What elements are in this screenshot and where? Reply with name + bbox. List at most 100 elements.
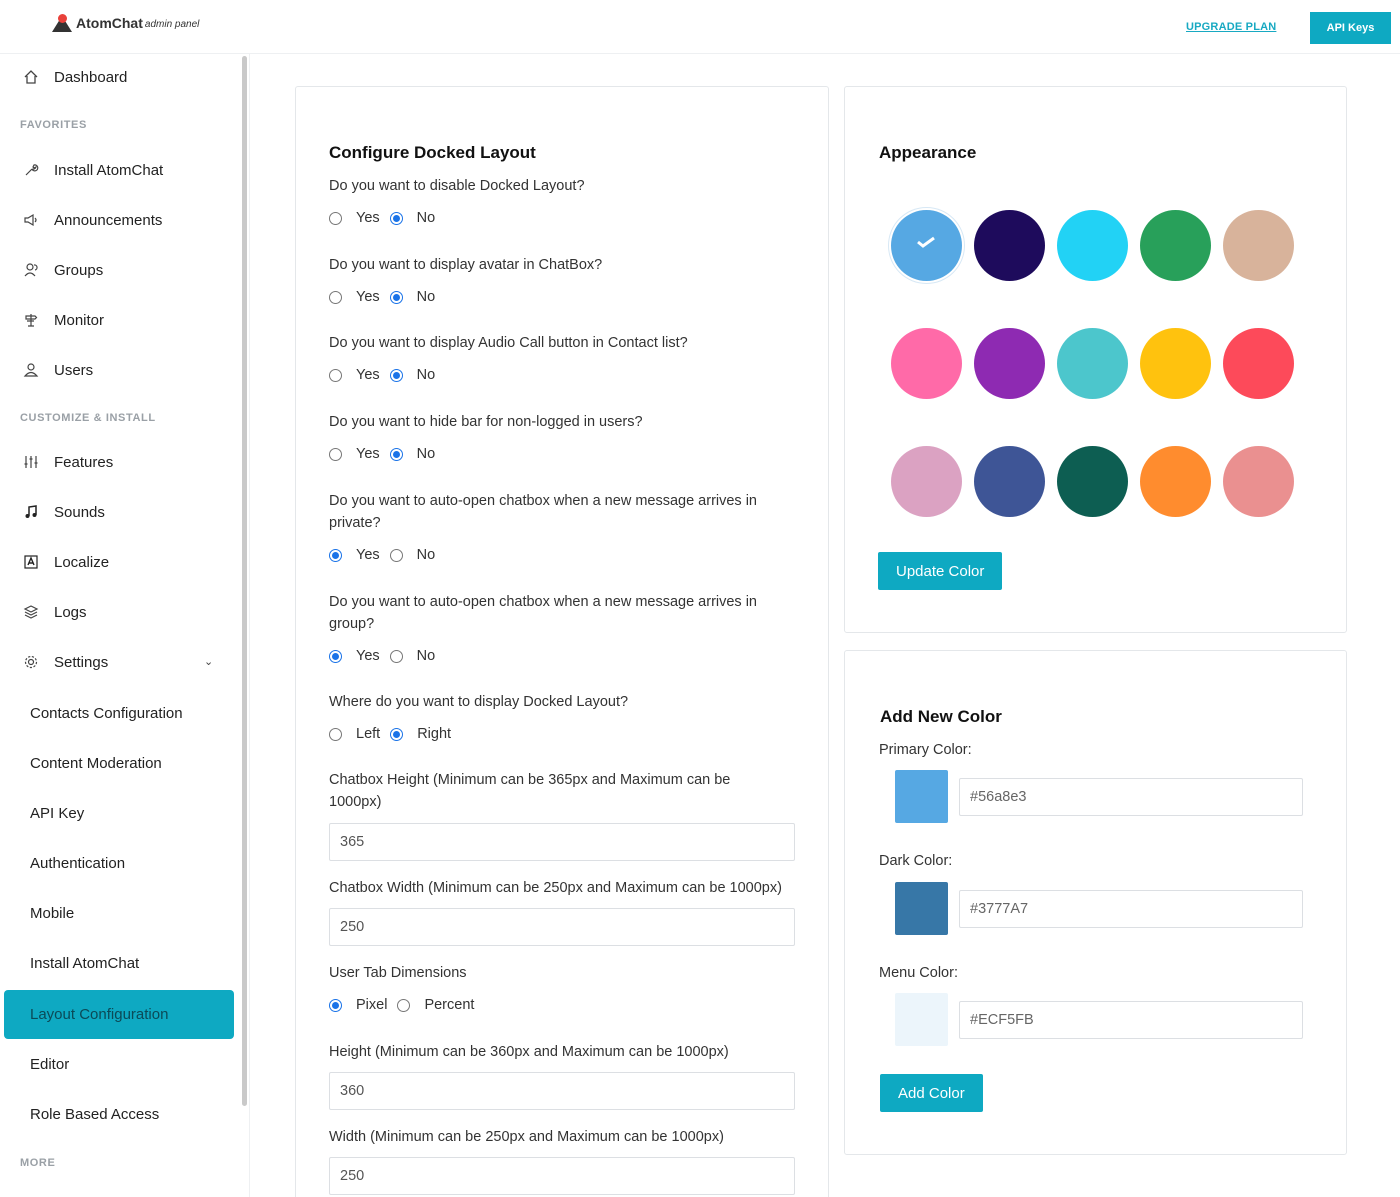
color-swatch[interactable] (974, 210, 1045, 281)
color-swatch[interactable] (1223, 210, 1294, 281)
radio-label: Yes (356, 289, 380, 305)
dark-color-label: Dark Color: (879, 853, 953, 869)
radio-no[interactable] (389, 447, 403, 461)
chatbox-height-input[interactable]: 365 (329, 823, 795, 861)
sidebar-item-features[interactable]: Features (22, 453, 113, 471)
color-swatch[interactable] (1140, 328, 1211, 399)
sidebar-item-dashboard[interactable]: Dashboard (22, 68, 127, 86)
radio-no[interactable] (389, 368, 403, 382)
radio-percent[interactable] (397, 998, 411, 1012)
home-icon (22, 68, 40, 86)
radio-no[interactable] (389, 548, 403, 562)
menu-color-preview[interactable] (895, 993, 948, 1046)
sidebar-item-label: Sounds (54, 503, 105, 521)
radio-label: Yes (356, 648, 380, 664)
update-color-button[interactable]: Update Color (878, 552, 1003, 590)
sidebar-item-label: Features (54, 453, 114, 471)
radio-left[interactable] (329, 727, 342, 741)
question-hide-bar: Do you want to hide bar for non-logged i… (329, 414, 643, 430)
sidebar-subitem-role-based-access[interactable]: Role Based Access (30, 1106, 159, 1123)
color-swatch[interactable] (1140, 446, 1211, 517)
color-swatch[interactable] (1223, 328, 1294, 399)
sidebar-item-announcements[interactable]: Announcements (22, 211, 162, 229)
question-audio-call: Do you want to display Audio Call button… (329, 335, 688, 351)
music-note-icon (22, 503, 40, 521)
card-title: Appearance (879, 143, 977, 162)
sidebar-item-label: Dashboard (54, 68, 128, 86)
radio-yes[interactable] (329, 447, 342, 461)
dark-color-input[interactable]: #3777A7 (959, 890, 1303, 928)
chevron-down-icon[interactable]: ⌄ (204, 655, 213, 668)
sidebar-subitem-layout-configuration[interactable]: Layout Configuration (4, 990, 234, 1039)
section-favorites: FAVORITES (20, 119, 87, 131)
sidebar-subitem-editor[interactable]: Editor (30, 1056, 69, 1073)
sidebar-item-label: Localize (54, 553, 110, 571)
menu-color-input[interactable]: #ECF5FB (959, 1001, 1303, 1039)
signpost-icon (22, 311, 40, 329)
chatbox-width-input[interactable]: 250 (329, 908, 795, 946)
sidebar-scrollbar[interactable] (242, 56, 247, 1106)
color-swatch[interactable] (974, 446, 1045, 517)
upgrade-plan-link[interactable]: UPGRADE PLAN (1186, 21, 1276, 33)
chatbox-height-label: Chatbox Height (Minimum can be 365px and… (329, 772, 731, 810)
translate-icon (22, 553, 40, 571)
users-group-icon (22, 261, 40, 279)
color-swatch[interactable] (1223, 446, 1294, 517)
radio-label: Percent (424, 997, 475, 1013)
height-input[interactable]: 360 (329, 1072, 795, 1110)
radio-yes[interactable] (329, 368, 342, 382)
sidebar-item-sounds[interactable]: Sounds (22, 503, 105, 521)
add-color-button[interactable]: Add Color (880, 1074, 983, 1112)
sidebar-subitem-mobile[interactable]: Mobile (30, 905, 74, 922)
sidebar-subitem-contacts-configuration[interactable]: Contacts Configuration (30, 705, 183, 722)
width-input[interactable]: 250 (329, 1157, 795, 1195)
sidebar-subitem-content-moderation[interactable]: Content Moderation (30, 755, 162, 772)
dark-color-preview[interactable] (895, 882, 948, 935)
api-keys-button[interactable]: API Keys (1310, 12, 1391, 44)
color-swatch[interactable] (891, 328, 962, 399)
color-swatch[interactable] (891, 210, 962, 281)
sidebar-item-label: Monitor (54, 311, 105, 329)
radio-yes[interactable] (329, 649, 342, 663)
sidebar-item-install-atomchat[interactable]: Install AtomChat (22, 161, 163, 179)
logo[interactable]: AtomChat admin panel (52, 14, 199, 32)
color-swatch[interactable] (974, 328, 1045, 399)
primary-color-input[interactable]: #56a8e3 (959, 778, 1303, 816)
radio-group-audio-call: Yes No (329, 367, 445, 383)
section-customize-install: CUSTOMIZE & INSTALL (20, 412, 156, 424)
radio-no[interactable] (389, 211, 403, 225)
sidebar: Dashboard FAVORITES Install AtomChat Ann… (0, 54, 250, 1197)
radio-right[interactable] (390, 727, 404, 741)
card-title: Configure Docked Layout (329, 143, 536, 162)
sidebar-item-users[interactable]: Users (22, 361, 93, 379)
radio-no[interactable] (389, 649, 403, 663)
sidebar-item-monitor[interactable]: Monitor (22, 311, 104, 329)
radio-pixel[interactable] (329, 998, 342, 1012)
primary-color-preview[interactable] (895, 770, 948, 823)
color-swatch[interactable] (1140, 210, 1211, 281)
sidebar-item-logs[interactable]: Logs (22, 603, 87, 621)
sidebar-subitem-install-atomchat[interactable]: Install AtomChat (30, 955, 139, 972)
logo-subtitle: admin panel (144, 19, 200, 30)
radio-label: Yes (356, 367, 380, 383)
sidebar-item-localize[interactable]: Localize (22, 553, 109, 571)
color-swatch[interactable] (1057, 446, 1128, 517)
radio-yes[interactable] (329, 211, 342, 225)
sidebar-item-label: Groups (54, 261, 104, 279)
sidebar-item-groups[interactable]: Groups (22, 261, 103, 279)
color-swatch[interactable] (1057, 210, 1128, 281)
sidebar-subitem-api-key[interactable]: API Key (30, 805, 84, 822)
radio-yes[interactable] (329, 548, 342, 562)
add-color-card: Add New Color Primary Color: #56a8e3 Dar… (844, 650, 1347, 1155)
docked-layout-card: Configure Docked Layout Do you want to d… (295, 86, 829, 1197)
color-swatch[interactable] (1057, 328, 1128, 399)
sidebar-subitem-authentication[interactable]: Authentication (30, 855, 125, 872)
radio-yes[interactable] (329, 290, 342, 304)
user-icon (22, 361, 40, 379)
color-swatch[interactable] (891, 446, 962, 517)
radio-no[interactable] (389, 290, 403, 304)
radio-group-disable-docked: Yes No (329, 210, 445, 226)
sidebar-item-label: Logs (54, 603, 87, 621)
sidebar-item-settings[interactable]: Settings (22, 653, 108, 671)
chatbox-width-label: Chatbox Width (Minimum can be 250px and … (329, 880, 782, 896)
